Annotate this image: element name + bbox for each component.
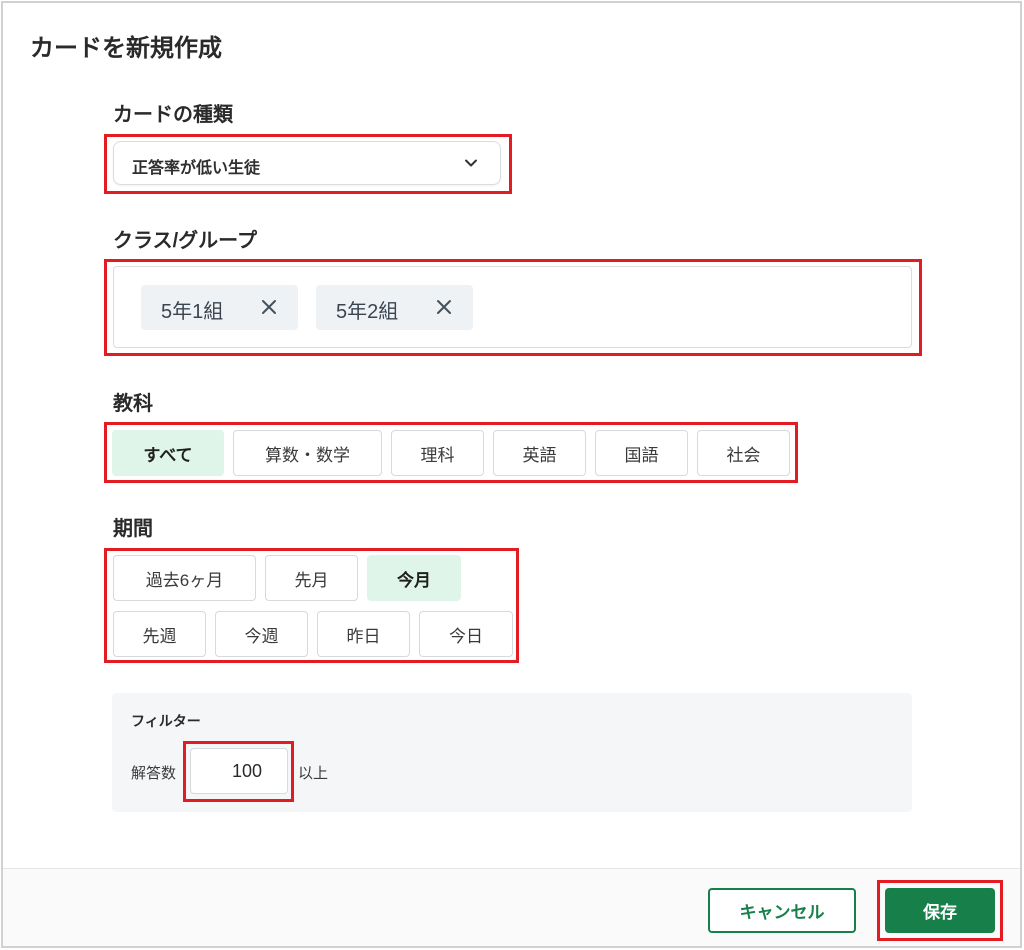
subject-option-science[interactable]: 理科 bbox=[391, 430, 484, 476]
class-chip: 5年2組 bbox=[316, 285, 473, 330]
card-type-select[interactable]: 正答率が低い生徒 bbox=[113, 141, 501, 185]
close-icon[interactable] bbox=[435, 298, 453, 316]
card-type-label: カードの種類 bbox=[113, 104, 233, 126]
dialog-footer bbox=[3, 868, 1020, 946]
answer-count-input[interactable] bbox=[190, 748, 288, 794]
class-chip: 5年1組 bbox=[141, 285, 298, 330]
subject-option-math[interactable]: 算数・数学 bbox=[233, 430, 382, 476]
period-option-yesterday[interactable]: 昨日 bbox=[317, 611, 410, 657]
card-type-selected-value: 正答率が低い生徒 bbox=[132, 160, 261, 177]
period-label: 期間 bbox=[113, 518, 153, 540]
filter-panel: フィルター 解答数 以上 bbox=[112, 693, 912, 812]
period-option-6-months[interactable]: 過去6ヶ月 bbox=[113, 555, 256, 601]
period-option-this-week[interactable]: 今週 bbox=[215, 611, 308, 657]
cancel-button[interactable]: キャンセル bbox=[708, 888, 856, 933]
close-icon[interactable] bbox=[260, 298, 278, 316]
subject-label: 教科 bbox=[113, 393, 153, 415]
answer-count-label: 解答数 bbox=[131, 765, 177, 782]
save-button[interactable]: 保存 bbox=[885, 888, 995, 933]
class-chip-label: 5年2組 bbox=[336, 301, 399, 323]
class-group-input[interactable]: 5年1組 5年2組 bbox=[113, 266, 912, 348]
subject-option-english[interactable]: 英語 bbox=[493, 430, 586, 476]
dialog-title: カードを新規作成 bbox=[30, 35, 222, 62]
subject-option-all[interactable]: すべて bbox=[112, 430, 224, 476]
class-group-label: クラス/グループ bbox=[113, 230, 257, 252]
period-option-today[interactable]: 今日 bbox=[419, 611, 513, 657]
filter-title: フィルター bbox=[131, 713, 201, 729]
class-chip-label: 5年1組 bbox=[161, 301, 224, 323]
period-option-last-month[interactable]: 先月 bbox=[265, 555, 358, 601]
period-option-this-month[interactable]: 今月 bbox=[367, 555, 461, 601]
period-option-last-week[interactable]: 先週 bbox=[113, 611, 206, 657]
subject-option-social[interactable]: 社会 bbox=[697, 430, 790, 476]
subject-option-japanese[interactable]: 国語 bbox=[595, 430, 688, 476]
chevron-down-icon bbox=[465, 159, 477, 167]
answer-count-suffix: 以上 bbox=[298, 765, 329, 782]
